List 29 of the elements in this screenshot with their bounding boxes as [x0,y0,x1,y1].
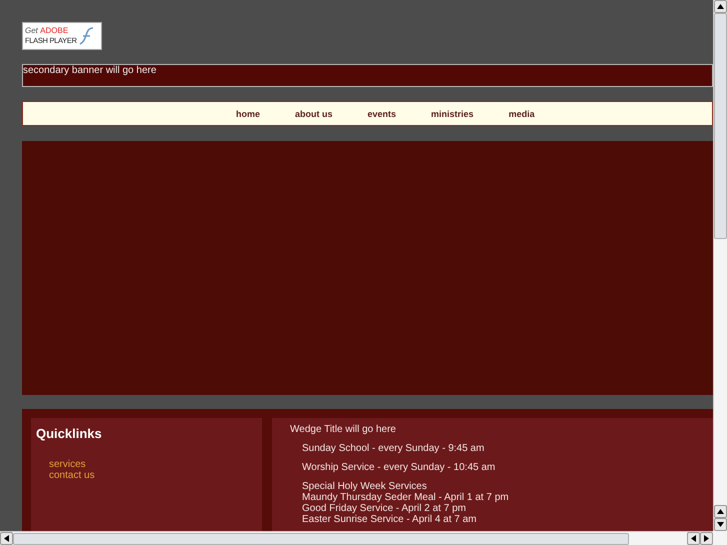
scroll-thumb[interactable] [13,532,629,544]
nav-link[interactable]: about us [295,108,333,118]
nav-link[interactable]: events [368,108,396,118]
event-text: Sunday School - every Sunday - 9:45 am [302,443,486,454]
banner-text: secondary banner will go here [23,65,158,77]
vertical-scrollbar[interactable] [713,0,727,531]
scroll-left-icon[interactable] [0,532,13,545]
quicklink[interactable]: services [49,459,257,470]
scrollbar-corner [713,531,727,545]
scroll-right-icon[interactable] [700,532,713,545]
nav-link[interactable]: ministries [431,108,474,118]
flash-logo-icon [78,26,95,46]
quicklink[interactable]: contact us [49,470,257,481]
quicklinks-title: Quicklinks [36,426,103,441]
wedge-title: Wedge Title will go here [290,424,397,435]
scroll-up-icon[interactable] [714,505,727,518]
badge-text: Get ADOBE [25,26,70,36]
scroll-up-icon[interactable] [714,0,727,13]
event-text: Easter Sunrise Service - April 4 at 7 am [302,514,478,525]
nav-link[interactable]: home [236,108,260,118]
scroll-down-icon[interactable] [714,518,727,531]
event-text: Worship Service - every Sunday - 10:45 am [302,462,496,473]
nav-link[interactable]: media [508,108,535,118]
scroll-thumb[interactable] [714,13,727,239]
scroll-left-icon[interactable] [687,532,700,545]
event-text: Special Holy Week Services [302,481,428,492]
event-text: Good Friday Service - April 2 at 7 pm [302,503,467,514]
event-text: Maundy Thursday Seder Meal - April 1 at 7 pm [302,492,510,503]
horizontal-scrollbar[interactable] [0,531,713,545]
